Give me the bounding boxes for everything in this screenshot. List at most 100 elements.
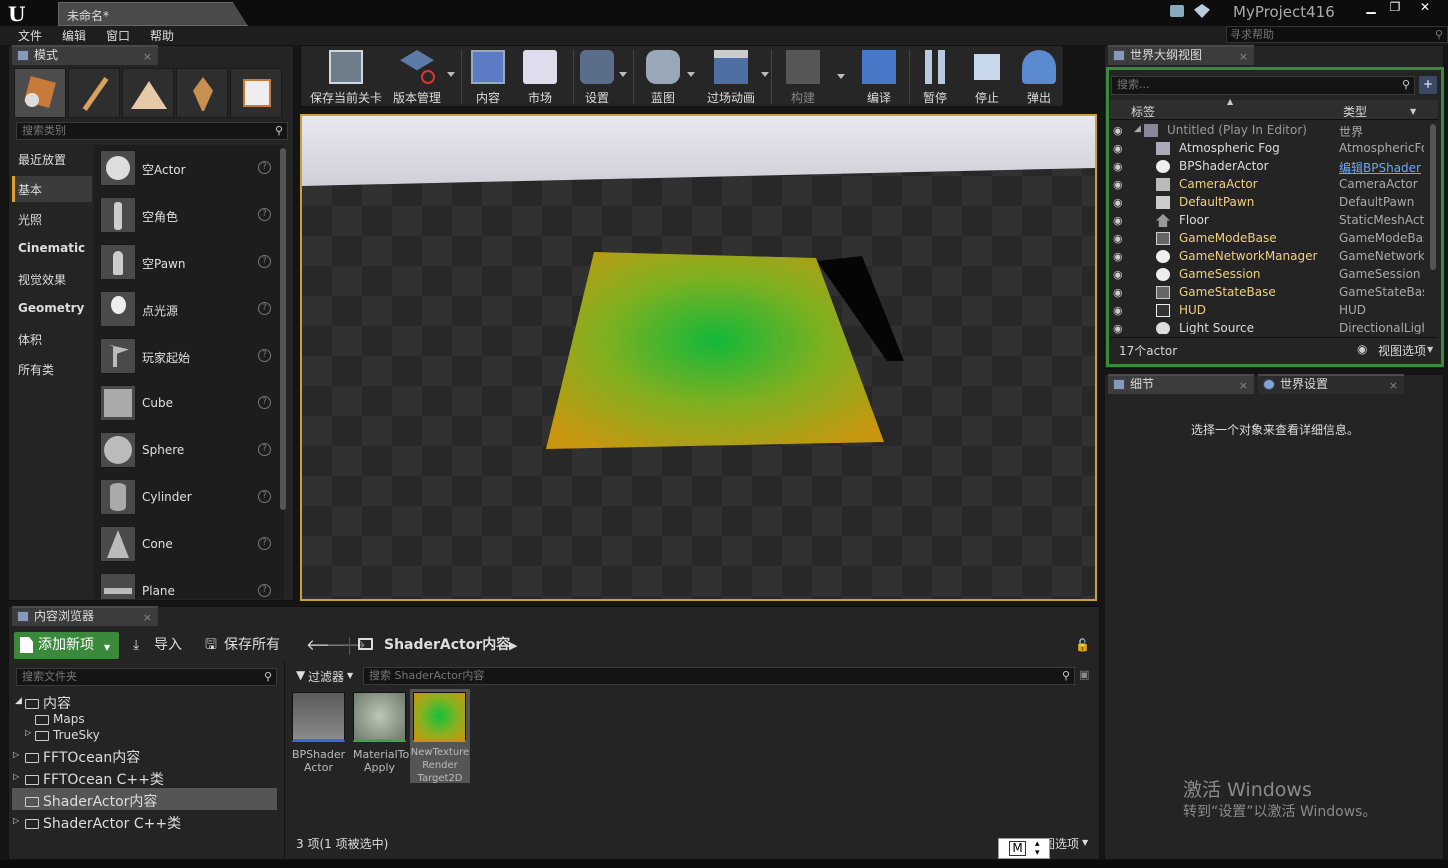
eye-icon[interactable]: ◉: [1113, 124, 1127, 137]
tab-content-browser[interactable]: 内容浏览器 ×: [12, 606, 158, 626]
place-empty-pawn[interactable]: 空Pawn?: [100, 242, 278, 284]
expand-arrow-icon[interactable]: ▷: [13, 772, 19, 781]
outliner-row[interactable]: ◉ GameStateBase GameStateBase: [1108, 284, 1432, 302]
cinematics-button[interactable]: 过场动画: [703, 48, 769, 106]
landscape-mode-icon[interactable]: [122, 68, 174, 118]
help-icon[interactable]: ?: [258, 396, 271, 409]
asset-materialtoapply[interactable]: MaterialTo Apply: [353, 692, 409, 774]
outliner-row[interactable]: ◉ GameNetworkManager GameNetworkM: [1108, 248, 1432, 266]
marketplace-button[interactable]: 市场: [519, 48, 561, 106]
expand-arrow-icon[interactable]: ◢: [15, 696, 22, 706]
category-geometry[interactable]: Geometry: [18, 301, 84, 315]
place-cylinder[interactable]: Cylinder?: [100, 477, 278, 519]
help-icon[interactable]: ?: [258, 302, 271, 315]
maximize-icon[interactable]: ❐: [1380, 0, 1410, 16]
geometry-mode-icon[interactable]: [230, 68, 282, 118]
eye-icon[interactable]: ◉: [1113, 250, 1127, 263]
help-icon[interactable]: ?: [258, 443, 271, 456]
menu-window[interactable]: 窗口: [106, 27, 130, 44]
tab-close-icon[interactable]: ×: [143, 609, 152, 626]
eye-icon[interactable]: ◉: [1113, 142, 1127, 155]
tree-shaderactor-content[interactable]: ShaderActor内容: [25, 791, 157, 811]
notification-icon[interactable]: [1170, 5, 1184, 17]
place-sphere[interactable]: Sphere?: [100, 430, 278, 472]
help-icon[interactable]: ?: [258, 349, 271, 362]
asset-newtexturerendertarget2d[interactable]: NewTexture Render Target2D: [410, 689, 470, 784]
category-basic[interactable]: 基本: [18, 181, 42, 198]
level-document-tab[interactable]: 未命名*: [58, 2, 248, 26]
path-arrow-icon[interactable]: ▶: [509, 632, 517, 659]
save-search-icon[interactable]: ▣: [1079, 668, 1089, 681]
tab-close-icon[interactable]: ×: [143, 48, 152, 65]
place-empty-actor[interactable]: 空Actor?: [100, 148, 278, 190]
place-mode-icon[interactable]: [14, 68, 66, 118]
tab-close-icon[interactable]: ×: [1239, 377, 1248, 394]
chevron-down-icon[interactable]: [837, 74, 845, 79]
lock-icon[interactable]: 🔓: [1075, 632, 1090, 659]
help-icon[interactable]: ?: [258, 255, 271, 268]
tree-shaderactor-cpp[interactable]: ShaderActor C++类: [25, 813, 181, 833]
eye-icon[interactable]: ◉: [1113, 304, 1127, 317]
paint-mode-icon[interactable]: [68, 68, 120, 118]
menu-help[interactable]: 帮助: [150, 27, 174, 44]
compile-button[interactable]: 编译: [859, 48, 899, 106]
eye-icon[interactable]: ◉: [1113, 196, 1127, 209]
place-plane[interactable]: Plane?: [100, 571, 278, 599]
eye-icon[interactable]: ◉: [1113, 214, 1127, 227]
build-button[interactable]: 构建: [783, 48, 823, 106]
settings-button[interactable]: 设置: [577, 48, 627, 106]
save-all-button[interactable]: 保存所有: [224, 632, 280, 659]
tab-close-icon[interactable]: ×: [1389, 377, 1398, 394]
place-empty-character[interactable]: 空角色?: [100, 195, 278, 237]
category-all-classes[interactable]: 所有类: [18, 361, 54, 378]
filters-button[interactable]: 过滤器: [308, 668, 344, 685]
import-button[interactable]: 导入: [154, 632, 182, 659]
eye-icon[interactable]: ◉: [1113, 178, 1127, 191]
tree-fftocean-content[interactable]: FFTOcean内容: [25, 747, 140, 767]
save-level-button[interactable]: 保存当前关卡: [305, 48, 387, 106]
content-button[interactable]: 内容: [467, 48, 509, 106]
place-cube[interactable]: Cube?: [100, 383, 278, 425]
foliage-mode-icon[interactable]: [176, 68, 228, 118]
eye-icon[interactable]: ◉: [1113, 286, 1127, 299]
expand-arrow-icon[interactable]: ▷: [13, 816, 19, 825]
view-options-button[interactable]: 视图选项: [1378, 342, 1426, 359]
eye-icon[interactable]: ◉: [1113, 160, 1127, 173]
tab-world-settings[interactable]: 世界设置 ×: [1258, 374, 1404, 394]
tab-details[interactable]: 细节 ×: [1108, 374, 1254, 394]
blueprints-button[interactable]: 蓝图: [641, 48, 695, 106]
tab-world-outliner[interactable]: 世界大纲视图 ×: [1108, 45, 1254, 65]
outliner-row[interactable]: ◉ Atmospheric Fog AtmosphericFog: [1108, 140, 1432, 158]
help-icon[interactable]: ?: [258, 490, 271, 503]
outliner-row[interactable]: ◉ BPShaderActor 编辑BPShader: [1108, 158, 1432, 176]
chevron-down-icon[interactable]: ▼: [1410, 107, 1416, 116]
help-icon[interactable]: ?: [258, 161, 271, 174]
ime-indicator[interactable]: M ▴ ▾: [998, 838, 1050, 859]
outliner-row[interactable]: ◉ GameSession GameSession: [1108, 266, 1432, 284]
category-search-input[interactable]: 搜索类别 ⚲: [16, 122, 288, 140]
edit-blueprint-link[interactable]: 编辑BPShader: [1339, 159, 1424, 176]
help-search-input[interactable]: 寻求帮助 ⚲: [1226, 26, 1448, 43]
help-icon[interactable]: ?: [258, 537, 271, 550]
outliner-row[interactable]: ◉ Light Source DirectionalLight: [1108, 320, 1432, 334]
close-icon[interactable]: ✕: [1410, 0, 1440, 16]
tree-fftocean-cpp[interactable]: FFTOcean C++类: [25, 769, 164, 789]
expand-arrow-icon[interactable]: ◢: [1134, 124, 1141, 134]
eye-icon[interactable]: ◉: [1113, 232, 1127, 245]
menu-file[interactable]: 文件: [18, 27, 42, 44]
column-label[interactable]: 标签: [1131, 103, 1155, 120]
asset-search-input[interactable]: 搜索 ShaderActor内容 ⚲: [363, 667, 1075, 685]
help-icon[interactable]: ?: [258, 584, 271, 597]
tab-close-icon[interactable]: ×: [1239, 48, 1248, 65]
expand-arrow-icon[interactable]: ▷: [25, 728, 31, 737]
category-cinematic[interactable]: Cinematic: [18, 241, 85, 255]
menu-edit[interactable]: 编辑: [62, 27, 86, 44]
placement-scrollbar[interactable]: [280, 148, 286, 510]
path-breadcrumb[interactable]: ShaderActor内容: [384, 632, 510, 659]
place-cone[interactable]: Cone?: [100, 524, 278, 566]
folder-search-input[interactable]: 搜索文件夹 ⚲: [16, 668, 277, 686]
eject-button[interactable]: 弹出: [1019, 48, 1059, 106]
outliner-row[interactable]: ◉ ◢ Untitled (Play In Editor) 世界: [1108, 122, 1432, 140]
tree-content-root[interactable]: 内容: [25, 693, 71, 713]
place-point-light[interactable]: 点光源?: [100, 289, 278, 331]
